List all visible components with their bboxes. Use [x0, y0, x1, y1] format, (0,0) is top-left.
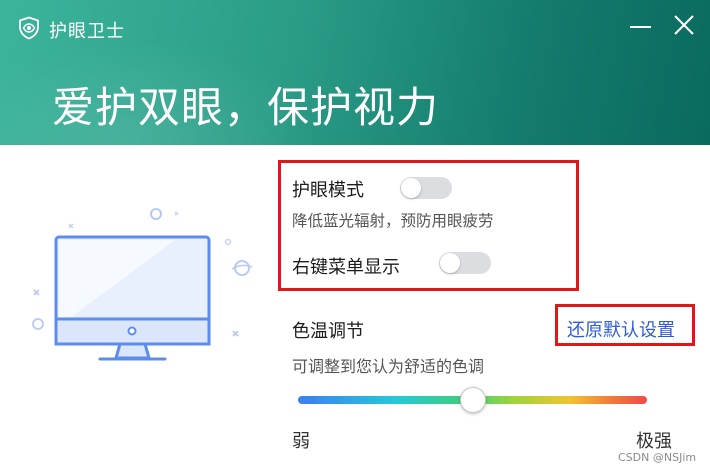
watermark-text: CSDN @NSJim [618, 451, 697, 464]
eye-mode-toggle[interactable] [400, 177, 452, 199]
title-bar: 护眼卫士 爱护双眼，保护视力 [0, 0, 710, 145]
eye-mode-label: 护眼模式 [292, 180, 364, 201]
toggle-knob [401, 178, 421, 198]
context-menu-label: 右键菜单显示 [292, 257, 400, 278]
close-button[interactable] [671, 12, 697, 38]
toggle-knob [440, 253, 460, 273]
color-temp-description: 可调整到您认为舒适的色调 [292, 357, 485, 376]
slider-max-label: 极强 [636, 431, 672, 452]
slider-min-label: 弱 [292, 431, 310, 452]
reset-defaults-link[interactable]: 还原默认设置 [567, 316, 675, 342]
color-temp-label: 色温调节 [292, 321, 364, 342]
color-temp-slider-thumb[interactable] [459, 387, 486, 413]
slogan-banner: 爱护双眼，保护视力 [52, 83, 440, 132]
monitor-illustration [32, 208, 253, 361]
minimize-button[interactable] [627, 13, 655, 39]
app-title: 护眼卫士 [49, 21, 125, 42]
close-icon [674, 15, 694, 35]
eye-shield-icon [19, 16, 39, 40]
context-menu-toggle[interactable] [439, 252, 491, 274]
eye-mode-description: 降低蓝光辐射，预防用眼疲劳 [292, 212, 494, 230]
